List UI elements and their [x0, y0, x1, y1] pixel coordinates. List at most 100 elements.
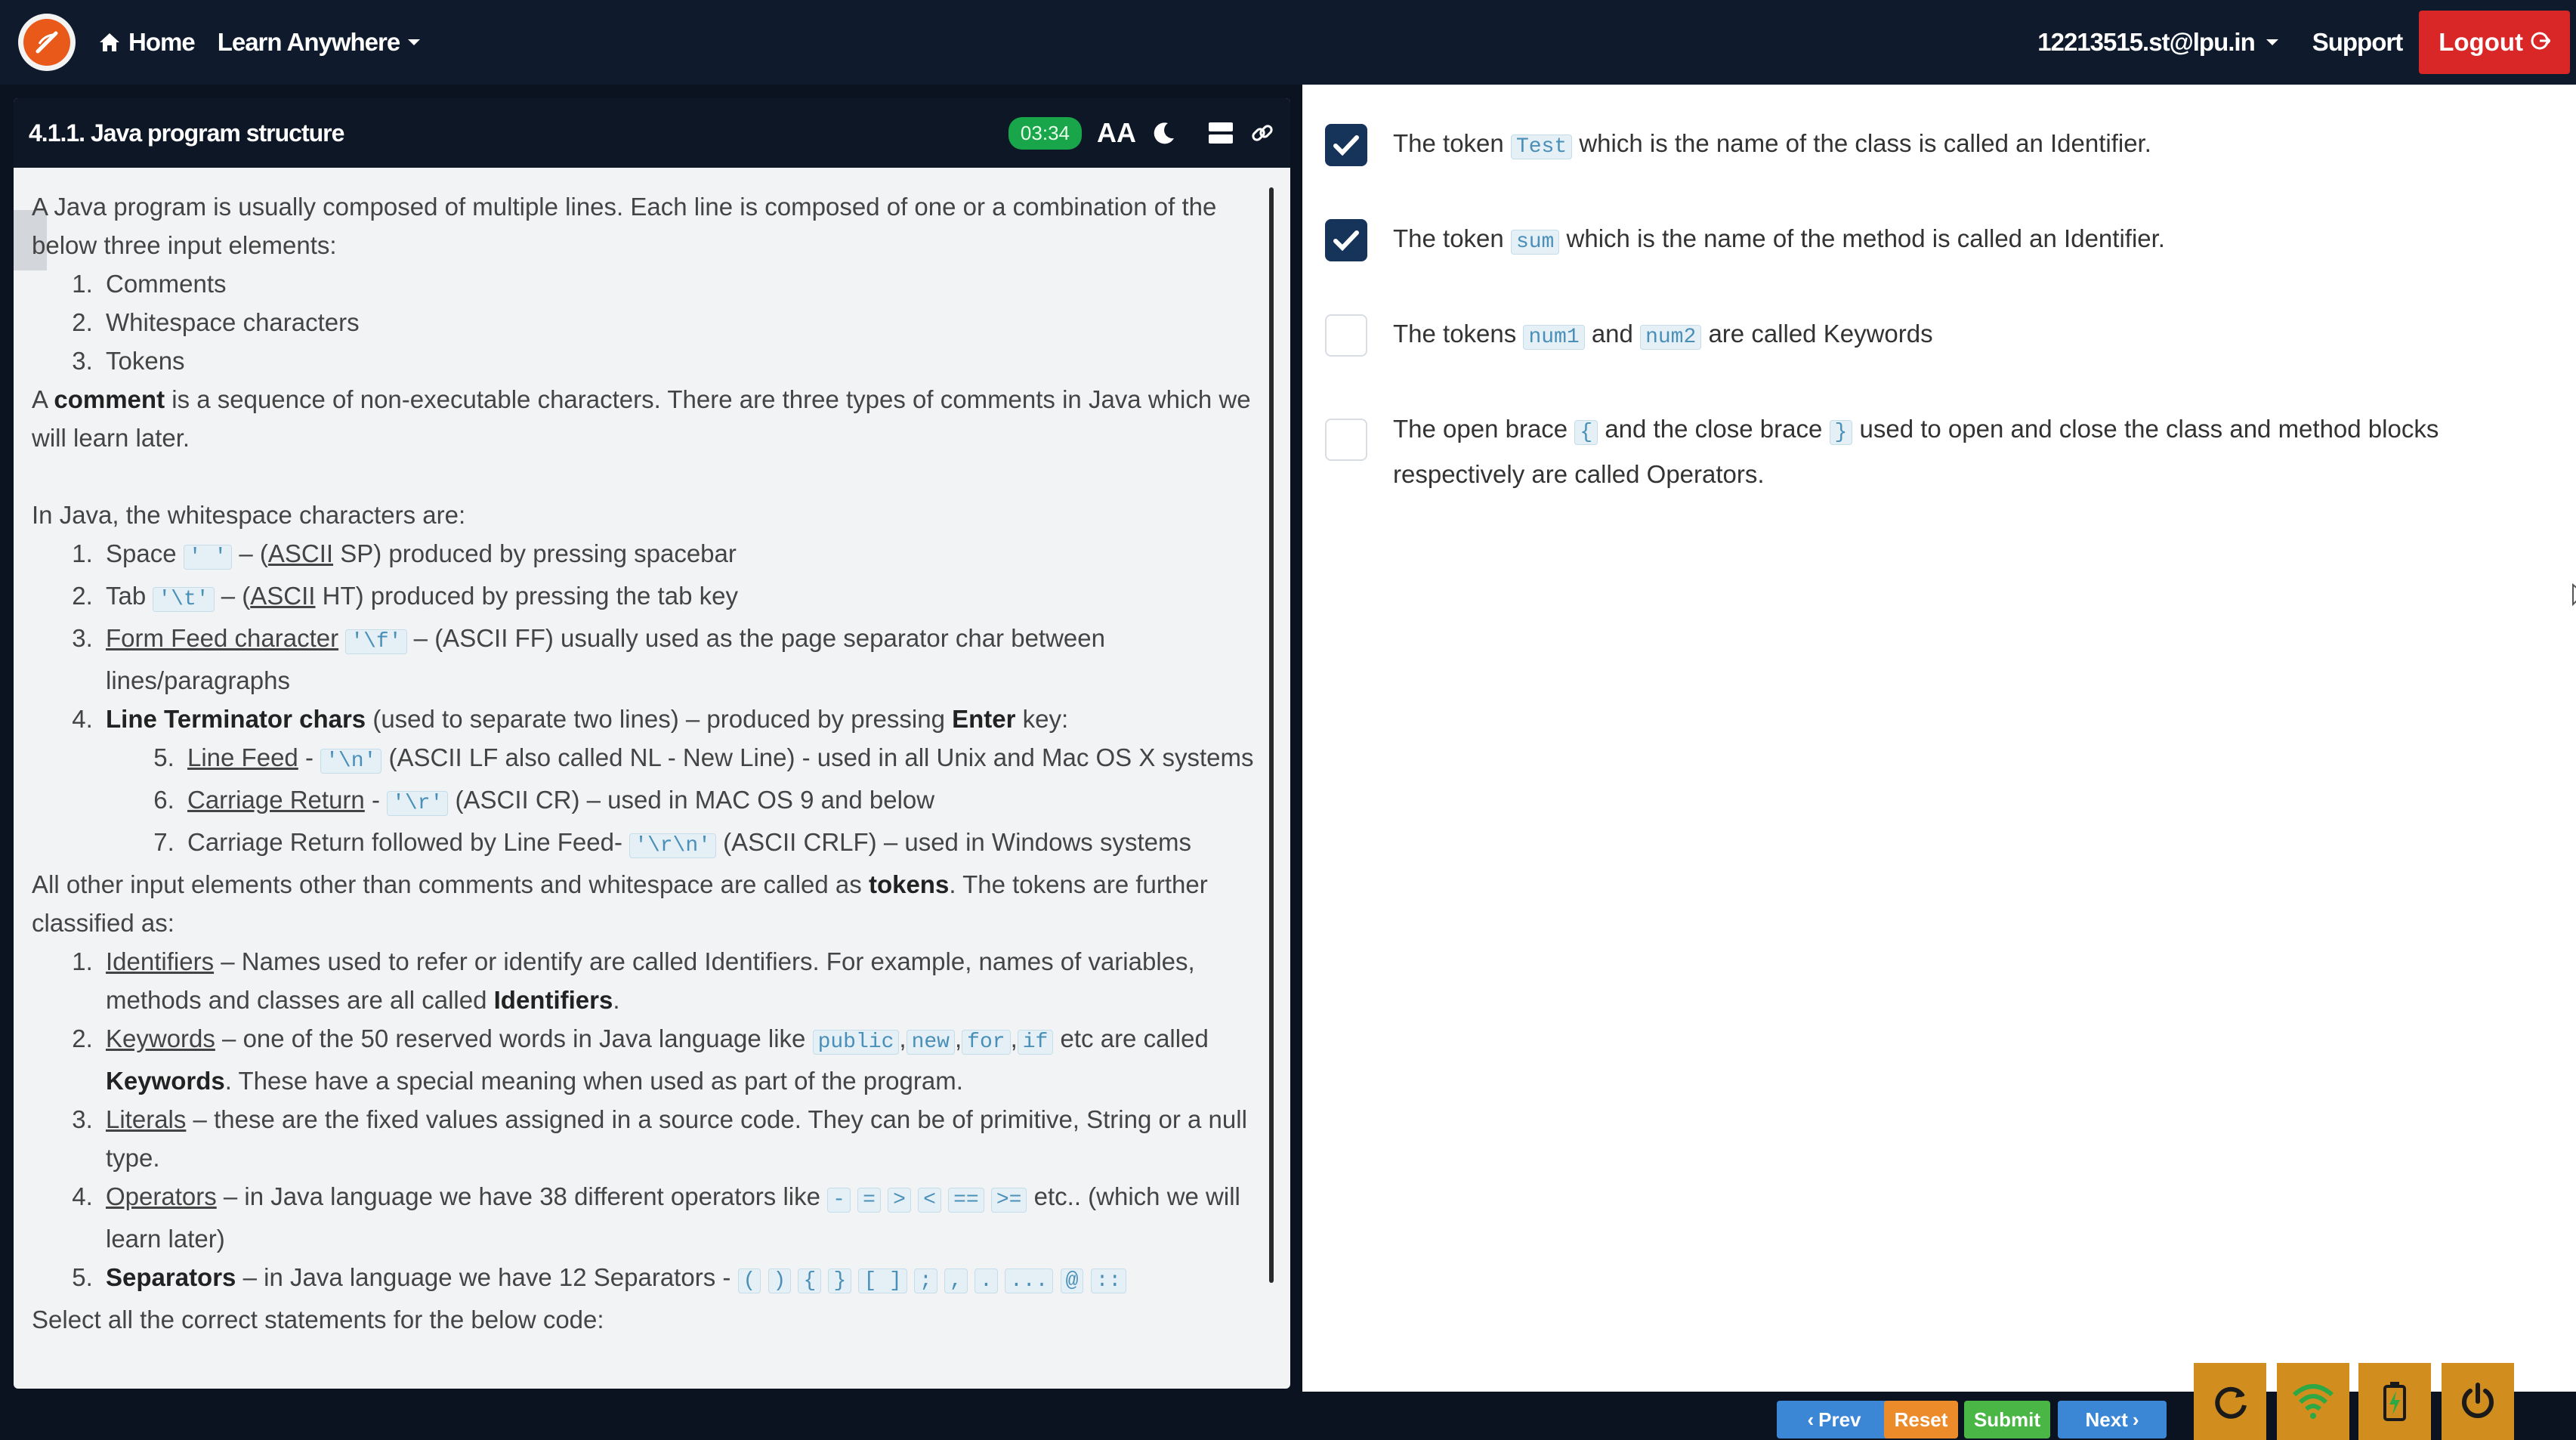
keywords-link[interactable]: Keywords: [106, 1024, 215, 1052]
moon-icon[interactable]: [1151, 120, 1177, 146]
power-icon[interactable]: [2442, 1363, 2514, 1440]
text: – (: [214, 582, 251, 610]
literals-link[interactable]: Literals: [106, 1105, 186, 1133]
timer-badge: 03:34: [1008, 116, 1082, 150]
text: All other input elements other than comm…: [32, 870, 869, 898]
text: – (: [232, 539, 268, 567]
support-link[interactable]: Support: [2312, 28, 2403, 57]
next-button[interactable]: Next ›: [2058, 1401, 2167, 1438]
whitespace-list: Space ' ' – (ASCII SP) produced by press…: [100, 534, 1263, 865]
bold-term: tokens: [868, 870, 950, 898]
user-menu[interactable]: 12213515.st@lpu.in: [2037, 28, 2279, 57]
checkbox-checked[interactable]: [1325, 219, 1367, 261]
code-token: ' ': [183, 545, 233, 570]
prev-label: Prev: [1818, 1408, 1861, 1431]
text: which is the name of the method is calle…: [1559, 224, 2165, 252]
text: The token: [1393, 224, 1511, 252]
logout-button[interactable]: Logout: [2419, 11, 2570, 74]
code-token: ...: [1005, 1268, 1054, 1293]
code-token: num1: [1523, 325, 1585, 350]
text: ,: [1010, 1024, 1018, 1052]
bold-term: Separators: [106, 1263, 236, 1291]
identifiers-link[interactable]: Identifiers: [106, 947, 214, 975]
text: are called Keywords: [1701, 320, 1933, 348]
text: and the close brace: [1598, 415, 1830, 443]
checkbox-unchecked[interactable]: [1325, 314, 1367, 357]
ascii-link[interactable]: ASCII: [268, 539, 333, 567]
code-token: =: [857, 1188, 881, 1213]
text: ,: [954, 1024, 962, 1052]
text: (ASCII LF also called NL - New Line) - u…: [381, 743, 1254, 771]
form-feed-link[interactable]: Form Feed character: [106, 624, 338, 652]
next-label: Next: [2085, 1408, 2128, 1431]
code-token: if: [1017, 1030, 1054, 1055]
nav-right: 12213515.st@lpu.in Support Logout: [2037, 0, 2576, 85]
text: -: [364, 786, 388, 814]
list-item: Line Feed - '\n' (ASCII LF also called N…: [181, 738, 1263, 780]
font-size-icon[interactable]: AA: [1097, 117, 1136, 149]
link-icon[interactable]: [1249, 120, 1275, 146]
checkbox-checked[interactable]: [1325, 124, 1367, 166]
quiz-option-3[interactable]: The tokens num1 and num2 are called Keyw…: [1325, 313, 2541, 358]
nav-home[interactable]: Home: [98, 28, 196, 57]
logo-mark: [23, 19, 70, 66]
code-token: for: [962, 1030, 1011, 1055]
layout-icon[interactable]: [1207, 120, 1234, 146]
option-text: The token sum which is the name of the m…: [1393, 218, 2541, 263]
lpu-logo[interactable]: [18, 14, 76, 71]
code-token: >: [888, 1188, 911, 1213]
ascii-link[interactable]: ASCII: [250, 582, 315, 610]
code-token: '\f': [345, 629, 407, 654]
comment-paragraph: A comment is a sequence of non-executabl…: [32, 380, 1263, 457]
list-item: Identifiers – Names used to refer or ide…: [100, 942, 1263, 1019]
option-text: The tokens num1 and num2 are called Keyw…: [1393, 313, 2541, 358]
lesson-title: 4.1.1. Java program structure: [29, 119, 344, 147]
code-token: ;: [914, 1268, 937, 1293]
logout-label: Logout: [2439, 28, 2523, 56]
input-elements-list: Comments Whitespace characters Tokens: [100, 264, 1263, 380]
code-token: ::: [1090, 1268, 1127, 1293]
check-icon: [1333, 230, 1359, 251]
quiz-option-2[interactable]: The token sum which is the name of the m…: [1325, 218, 2541, 263]
code-token: }: [828, 1268, 852, 1293]
tray-indicator: [2526, 1378, 2535, 1387]
tokens-paragraph: All other input elements other than comm…: [32, 865, 1263, 942]
list-item: Whitespace characters: [100, 303, 1263, 341]
check-icon: [1333, 135, 1359, 156]
option-text: The open brace { and the close brace } u…: [1393, 408, 2541, 495]
refresh-icon[interactable]: [2194, 1363, 2266, 1440]
operators-link[interactable]: Operators: [106, 1182, 217, 1210]
line-terminator-list: Line Feed - '\n' (ASCII LF also called N…: [181, 738, 1263, 865]
submit-label: Submit: [1973, 1408, 2041, 1431]
mouse-cursor-icon: [2571, 582, 2576, 613]
text: The tokens: [1393, 320, 1524, 348]
carriage-return-link[interactable]: Carriage Return: [187, 786, 365, 814]
nav-learn-anywhere[interactable]: Learn Anywhere: [218, 28, 422, 57]
quiz-option-4[interactable]: The open brace { and the close brace } u…: [1325, 408, 2541, 495]
wifi-icon[interactable]: [2277, 1363, 2349, 1440]
code-token: '\n': [320, 749, 382, 774]
list-item: Carriage Return - '\r' (ASCII CR) – used…: [181, 780, 1263, 823]
text: The open brace: [1393, 415, 1575, 443]
text: ,: [899, 1024, 907, 1052]
code-token: sum: [1510, 230, 1560, 255]
battery-icon[interactable]: [2358, 1363, 2431, 1440]
text: – in Java language we have 38 different …: [216, 1182, 828, 1210]
content-scrollbar[interactable]: [1269, 187, 1274, 1283]
reset-button[interactable]: Reset: [1884, 1401, 1958, 1438]
text: Tab: [106, 582, 153, 610]
checkbox-unchecked[interactable]: [1325, 419, 1367, 461]
bold-term: Enter: [952, 705, 1016, 733]
code-token: [ ]: [858, 1268, 907, 1293]
submit-button[interactable]: Submit: [1964, 1401, 2050, 1438]
code-token: ==: [948, 1188, 984, 1213]
text: – Names used to refer or identify are ca…: [106, 947, 1195, 1014]
text: which is the name of the class is called…: [1572, 129, 2151, 157]
lesson-header: 4.1.1. Java program structure 03:34 AA: [14, 98, 1290, 168]
line-feed-link[interactable]: Line Feed: [187, 743, 298, 771]
quiz-option-1[interactable]: The token Test which is the name of the …: [1325, 122, 2541, 168]
lesson-panel: 4.1.1. Java program structure 03:34 AA A…: [14, 98, 1290, 1389]
chevron-down-icon: [2266, 38, 2279, 47]
prev-button[interactable]: ‹ Prev: [1777, 1401, 1892, 1438]
code-token: new: [906, 1030, 955, 1055]
